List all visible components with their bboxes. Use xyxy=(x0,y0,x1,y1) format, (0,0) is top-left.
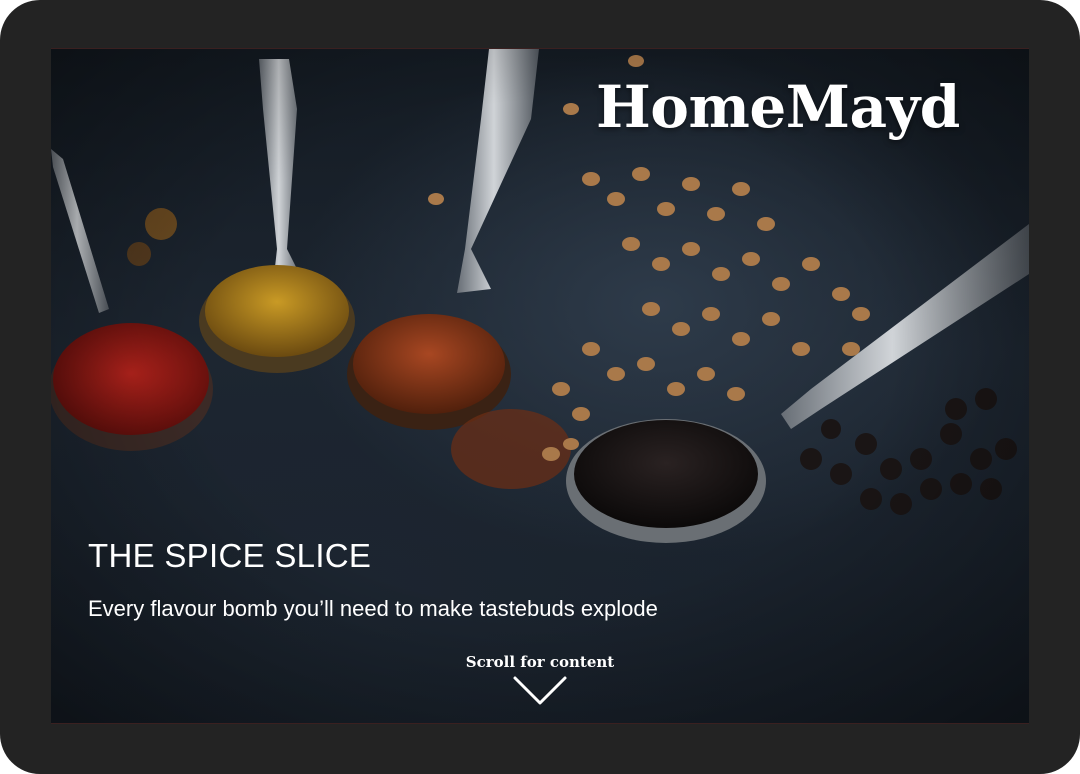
chevron-down-icon[interactable] xyxy=(512,675,568,707)
device-frame: HomeMayd THE SPICE SLICE Every flavour b… xyxy=(0,0,1080,774)
hero-section: HomeMayd THE SPICE SLICE Every flavour b… xyxy=(51,48,1029,724)
scroll-label: Scroll for content xyxy=(465,653,615,671)
hero-subtitle: Every flavour bomb you’ll need to make t… xyxy=(88,596,658,621)
scroll-for-content-button[interactable]: Scroll for content xyxy=(440,653,640,707)
brand-logo[interactable]: HomeMayd xyxy=(596,73,960,141)
hero-title: THE SPICE SLICE xyxy=(88,537,372,574)
